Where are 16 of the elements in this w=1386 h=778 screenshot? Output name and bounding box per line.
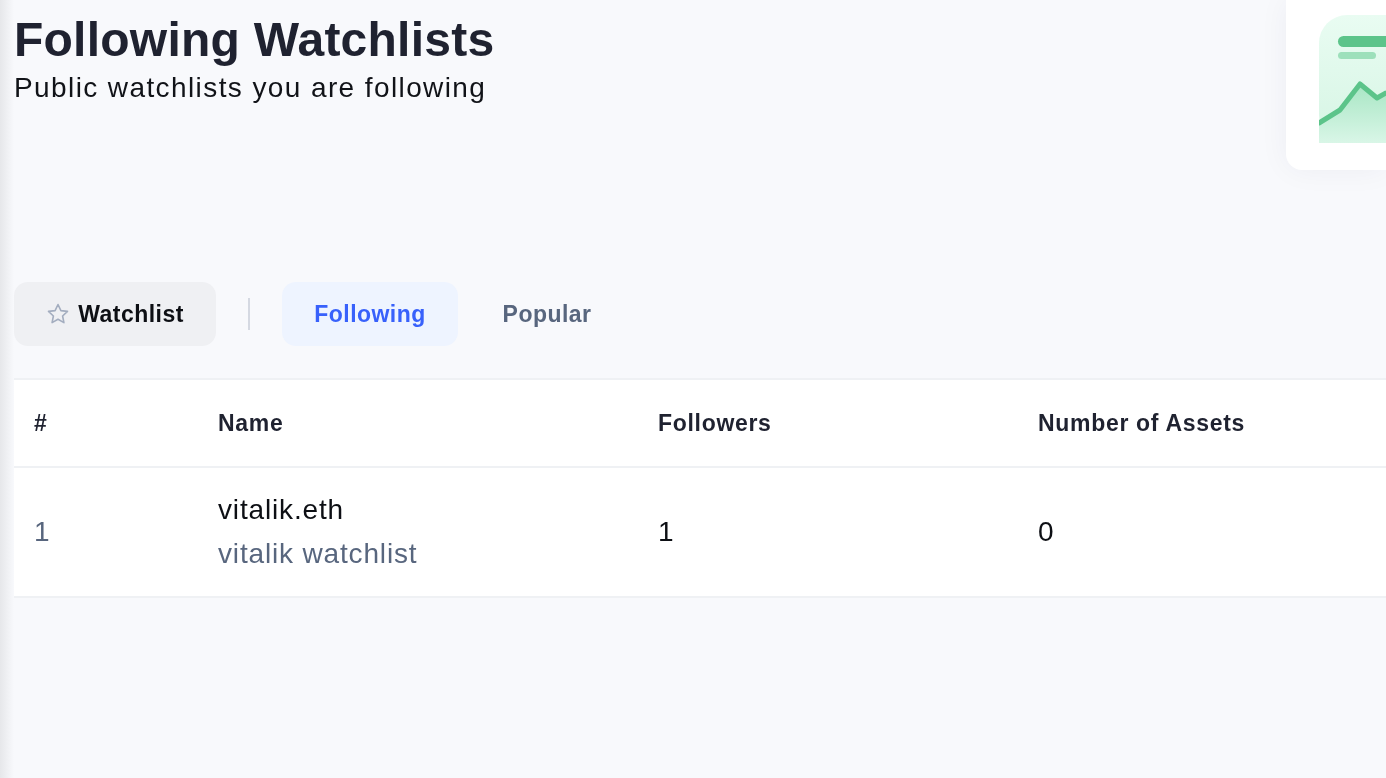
followers-count: 1 [658, 516, 674, 547]
assets-count: 0 [1038, 516, 1054, 547]
column-header: Number of Assets [1038, 409, 1245, 436]
tab[interactable]: Popular [470, 282, 624, 346]
column-header: Followers [658, 409, 772, 436]
watchlist-button[interactable]: Watchlist [14, 282, 216, 346]
watchlist-name: vitalik watchlist [218, 537, 418, 571]
star-icon [46, 302, 71, 326]
page-title: Following Watchlists [14, 12, 495, 68]
page-subtitle: Public watchlists you are following [14, 71, 487, 105]
tab[interactable]: Following [282, 282, 458, 346]
watchlist-owner: vitalik.eth [218, 493, 344, 527]
line-chart-app-icon [1319, 15, 1386, 143]
column-header: Name [218, 409, 284, 436]
column-header: # [34, 409, 48, 436]
row-index: 1 [34, 516, 50, 547]
